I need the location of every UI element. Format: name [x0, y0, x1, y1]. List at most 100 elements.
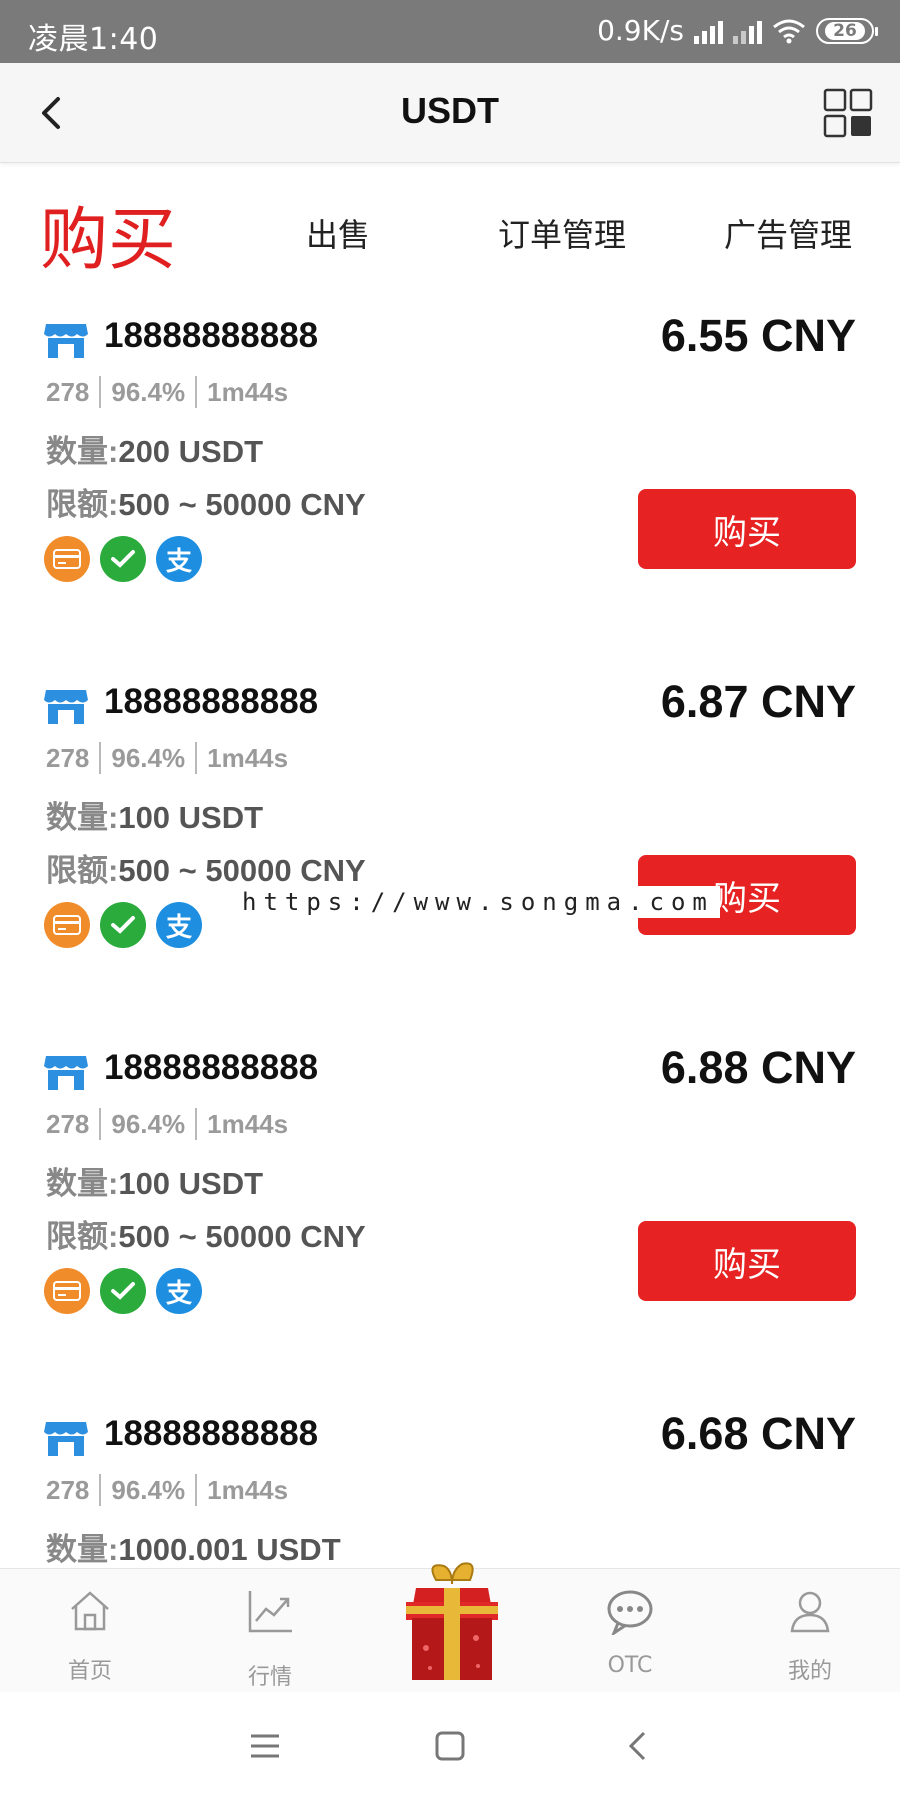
merchant-id: 18888888888 — [104, 1414, 319, 1453]
offer-price: 6.87 CNY — [660, 676, 856, 727]
quantity-label: 数量: — [46, 434, 119, 469]
completion-rate: 96.4% — [111, 1474, 186, 1505]
gift-box-icon[interactable] — [396, 1558, 508, 1686]
divider — [99, 376, 102, 408]
quantity-row: 数量:100 USDT — [46, 792, 263, 837]
alipay-icon: 支 — [156, 536, 202, 582]
menu-icon[interactable] — [247, 1728, 283, 1764]
divider — [195, 1108, 198, 1140]
status-indicators: 0.9K/s 26 — [597, 14, 878, 47]
nav-item-mine[interactable]: 我的 — [720, 1569, 900, 1693]
quantity-value: 100 USDT — [118, 1166, 264, 1201]
divider — [99, 1108, 102, 1140]
nav-item-home[interactable]: 首页 — [0, 1569, 180, 1693]
quantity-label: 数量: — [46, 1166, 119, 1201]
chat-bubble-icon — [607, 1590, 653, 1635]
quantity-row: 数量:200 USDT — [46, 426, 263, 471]
home-square-icon[interactable] — [432, 1728, 468, 1764]
trade-tabs: 购买 出售 订单管理 广告管理 — [0, 176, 900, 280]
nav-label: OTC — [607, 1653, 653, 1678]
alipay-icon: 支 — [156, 1268, 202, 1314]
tab-buy[interactable]: 购买 — [40, 184, 176, 283]
limit-row: 限额:500 ~ 50000 CNY — [46, 1211, 366, 1256]
buy-button[interactable]: 购买 — [638, 1221, 856, 1301]
wechat-pay-icon — [100, 536, 146, 582]
shop-icon — [44, 690, 88, 724]
divider — [99, 1474, 102, 1506]
signal-icon — [694, 18, 723, 44]
divider — [195, 376, 198, 408]
payment-methods: 支 — [44, 902, 202, 948]
limit-label: 限额: — [46, 853, 119, 888]
quantity-value: 100 USDT — [118, 800, 264, 835]
limit-value: 500 ~ 50000 CNY — [118, 853, 366, 888]
user-icon — [790, 1591, 830, 1633]
merchant-id: 18888888888 — [104, 316, 319, 355]
quantity-value: 1000.001 USDT — [118, 1532, 341, 1567]
completion-rate: 96.4% — [111, 1108, 186, 1139]
limit-label: 限额: — [46, 487, 119, 522]
signal-icon-2 — [733, 18, 762, 44]
merchant-stats: 278 96.4% 1m44s — [46, 376, 288, 408]
quantity-value: 200 USDT — [118, 434, 264, 469]
bank-card-icon — [44, 536, 90, 582]
system-nav-bar — [0, 1692, 900, 1800]
home-icon — [71, 1591, 109, 1631]
buy-button[interactable]: 购买 — [638, 489, 856, 569]
shop-icon — [44, 1422, 88, 1456]
quantity-label: 数量: — [46, 800, 119, 835]
quantity-row: 数量:100 USDT — [46, 1158, 263, 1203]
bank-card-icon — [44, 902, 90, 948]
completion-rate: 96.4% — [111, 376, 186, 407]
release-time: 1m44s — [207, 376, 289, 407]
nav-item-otc[interactable]: OTC — [540, 1569, 720, 1693]
tab-ads[interactable]: 广告管理 — [724, 210, 852, 256]
payment-methods: 支 — [44, 1268, 202, 1314]
nav-item-market[interactable]: 行情 — [180, 1569, 360, 1693]
divider — [195, 1474, 198, 1506]
merchant-stats: 278 96.4% 1m44s — [46, 1108, 288, 1140]
back-icon[interactable] — [620, 1728, 656, 1764]
nav-label: 我的 — [787, 1659, 832, 1684]
tab-orders[interactable]: 订单管理 — [498, 210, 626, 256]
limit-value: 500 ~ 50000 CNY — [118, 487, 366, 522]
limit-label: 限额: — [46, 1219, 119, 1254]
offer-price: 6.88 CNY — [660, 1042, 856, 1093]
offer-card: 18888888888 6.88 CNY 278 96.4% 1m44s 数量:… — [0, 1022, 900, 1322]
release-time: 1m44s — [207, 1474, 289, 1505]
wechat-pay-icon — [100, 1268, 146, 1314]
limit-value: 500 ~ 50000 CNY — [118, 1219, 366, 1254]
battery-icon: 26 — [816, 17, 878, 44]
merchant-id: 18888888888 — [104, 682, 319, 721]
trade-count: 278 — [46, 1474, 90, 1505]
completion-rate: 96.4% — [111, 742, 186, 773]
shop-icon — [44, 324, 88, 358]
grid-menu-icon[interactable] — [822, 87, 874, 139]
merchant-stats: 278 96.4% 1m44s — [46, 1474, 288, 1506]
page-title: USDT — [401, 90, 499, 131]
network-speed: 0.9K/s — [597, 14, 684, 47]
payment-methods: 支 — [44, 536, 202, 582]
wifi-icon — [773, 19, 805, 43]
wechat-pay-icon — [100, 902, 146, 948]
app-header: USDT — [0, 63, 900, 163]
release-time: 1m44s — [207, 742, 289, 773]
alipay-icon: 支 — [156, 902, 202, 948]
nav-label: 行情 — [247, 1665, 292, 1690]
bank-card-icon — [44, 1268, 90, 1314]
offer-price: 6.55 CNY — [660, 310, 856, 361]
status-bar: 凌晨1:40 0.9K/s 26 — [0, 0, 900, 63]
limit-row: 限额:500 ~ 50000 CNY — [46, 479, 366, 524]
battery-level: 26 — [825, 21, 865, 40]
release-time: 1m44s — [207, 1108, 289, 1139]
tab-sell[interactable]: 出售 — [306, 210, 370, 256]
offer-price: 6.68 CNY — [660, 1408, 856, 1459]
offer-card: 18888888888 6.55 CNY 278 96.4% 1m44s 数量:… — [0, 290, 900, 590]
chart-icon — [248, 1591, 292, 1633]
trade-count: 278 — [46, 1108, 90, 1139]
nav-label: 首页 — [67, 1659, 112, 1684]
trade-count: 278 — [46, 742, 90, 773]
quantity-row: 数量:1000.001 USDT — [46, 1524, 341, 1568]
offer-card: 18888888888 6.68 CNY 278 96.4% 1m44s 数量:… — [0, 1388, 900, 1568]
merchant-id: 18888888888 — [104, 1048, 319, 1087]
